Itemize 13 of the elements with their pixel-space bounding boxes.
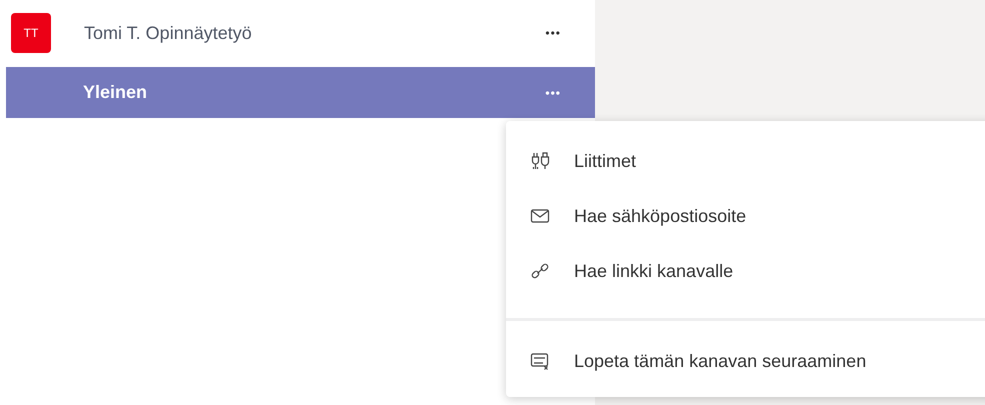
team-avatar: TT <box>11 13 51 53</box>
more-options-button[interactable]: ••• <box>545 24 561 42</box>
menu-item[interactable]: Liittimet <box>506 139 985 183</box>
channel-item[interactable]: Yleinen ••• <box>6 67 595 118</box>
menu-item[interactable]: Hae sähköpostiosoite <box>506 194 985 238</box>
more-options-button[interactable]: ••• <box>545 84 561 102</box>
channel-name: Yleinen <box>83 81 148 104</box>
unfollow-icon <box>530 351 550 371</box>
menu-item[interactable]: Hae linkki kanavalle <box>506 249 985 293</box>
team-name[interactable]: Tomi T. Opinnäytetyö <box>84 20 546 46</box>
link-icon <box>530 261 550 281</box>
plug-icon <box>530 151 550 171</box>
menu-item[interactable]: Lopeta tämän kanavan seuraaminen <box>506 339 985 383</box>
